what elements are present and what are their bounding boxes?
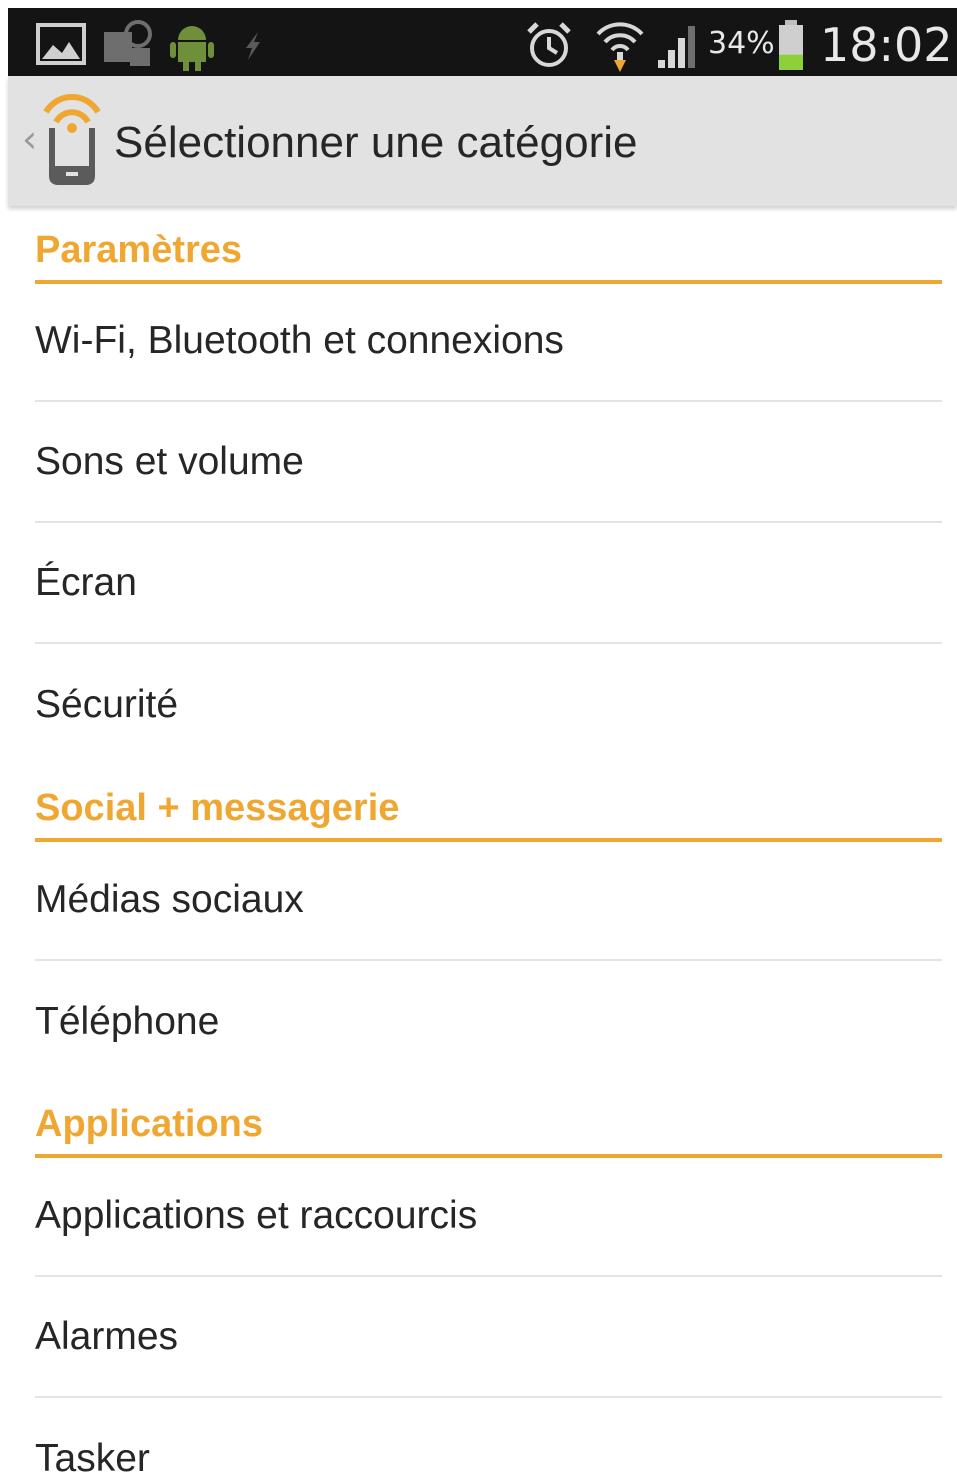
screen: 34% 18:02 ‹ Sélectionner une catégorie P… [0, 0, 957, 1477]
list-item-label: Écran [35, 560, 137, 604]
list-item-alarmes[interactable]: Alarmes [35, 1277, 942, 1398]
page-title: Sélectionner une catégorie [114, 118, 638, 167]
list-item-telephone[interactable]: Téléphone [35, 961, 942, 1082]
list-item-sons-volume[interactable]: Sons et volume [35, 402, 942, 523]
alarm-icon [527, 22, 571, 67]
sync-icon [104, 20, 152, 66]
list-item-tasker[interactable]: Tasker [35, 1398, 942, 1477]
section-label: Applications [35, 1103, 264, 1145]
list-item-label: Wi-Fi, Bluetooth et connexions [35, 318, 564, 362]
gallery-icon [36, 23, 86, 65]
signal-icon [658, 26, 695, 68]
android-icon [170, 26, 214, 71]
status-bar: 34% 18:02 [8, 8, 957, 76]
list-item-ecran[interactable]: Écran [35, 523, 942, 644]
list-item-label: Sons et volume [35, 439, 304, 483]
list-item-wifi-bluetooth[interactable]: Wi-Fi, Bluetooth et connexions [35, 281, 942, 402]
section-header-applications: Applications [35, 1096, 942, 1158]
clock: 18:02 [820, 18, 953, 72]
battery-icon [779, 20, 803, 70]
list-item-label: Alarmes [35, 1314, 179, 1358]
list-item-label: Applications et raccourcis [35, 1193, 478, 1237]
list-item-securite[interactable]: Sécurité [35, 644, 942, 765]
back-chevron-icon[interactable]: ‹ [22, 120, 37, 158]
section-label: Paramètres [35, 229, 243, 271]
list-item-label: Médias sociaux [35, 877, 304, 921]
list-item-applications-raccourcis[interactable]: Applications et raccourcis [35, 1156, 942, 1277]
list-item-label: Sécurité [35, 682, 179, 726]
action-bar: ‹ Sélectionner une catégorie [8, 76, 957, 206]
usb-icon [246, 32, 260, 60]
section-header-parametres: Paramètres [35, 222, 942, 284]
phone-wifi-app-icon[interactable] [38, 94, 106, 186]
list-item-label: Tasker [35, 1436, 150, 1477]
section-header-social: Social + messagerie [35, 780, 942, 842]
wifi-icon [596, 22, 644, 72]
list-item-medias-sociaux[interactable]: Médias sociaux [35, 840, 942, 961]
battery-percent: 34% [708, 26, 775, 61]
section-label: Social + messagerie [35, 787, 400, 829]
list-item-label: Téléphone [35, 999, 220, 1043]
